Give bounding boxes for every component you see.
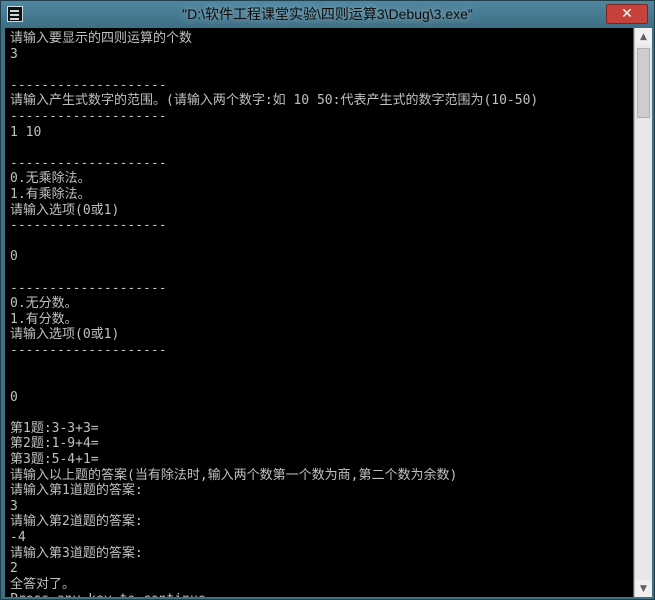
console-line: 请输入产生式数字的范围。(请输入两个数字:如 10 50:代表产生式的数字范围为… [10, 93, 539, 109]
console-line: 请输入要显示的四则运算的个数 [10, 31, 193, 46]
console-text: 请输入要显示的四则运算的个数 3 -------------------- 请输入产… [5, 28, 633, 597]
window-controls: ✕ [606, 4, 648, 24]
console-line: 0 [10, 249, 18, 265]
console-line: -4 [10, 530, 26, 545]
console-line: 1.有分数。 [10, 311, 78, 327]
console-line: 请输入第2道题的答案: [10, 514, 143, 530]
window-title: "D:\软件工程课堂实验\四则运算3\Debug\3.exe" [182, 6, 473, 22]
console-line: -------------------- [10, 77, 167, 93]
console-line: 请输入选项(0或1) [10, 202, 120, 218]
console-line: -------------------- [10, 218, 167, 234]
console-line: 1 10 [10, 124, 42, 140]
console-line: Press any key to continue [10, 592, 633, 597]
close-icon: ✕ [621, 6, 633, 22]
console-line: 请输入第3道题的答案: [10, 545, 143, 561]
scroll-down-arrow-icon[interactable]: ▼ [635, 580, 652, 597]
title-bar[interactable]: "D:\软件工程课堂实验\四则运算3\Debug\3.exe" ✕ [1, 1, 654, 27]
close-button[interactable]: ✕ [606, 4, 648, 24]
scroll-up-arrow-icon[interactable]: ▲ [635, 28, 652, 45]
console-line: 第1题:3-3+3= [10, 420, 99, 436]
console-line: 3 [10, 46, 18, 62]
console-line: -------------------- [10, 155, 167, 171]
console-line: -------------------- [10, 108, 167, 124]
console-line: 第2题:1-9+4= [10, 436, 99, 452]
console-line: 请输入选项(0或1) [10, 327, 120, 343]
console-line: 请输入以上题的答案(当有除法时,输入两个数第一个数为商,第二个数为余数) [10, 467, 458, 483]
vertical-scrollbar[interactable]: ▲ ▼ [634, 28, 652, 597]
console-line: 3 [10, 498, 18, 514]
console-line: 1.有乘除法。 [10, 186, 91, 202]
console-line: 请输入第1道题的答案: [10, 483, 143, 499]
console-line: -------------------- [10, 342, 167, 358]
console-line: 0.无分数。 [10, 296, 78, 312]
console-line: 第3题:5-4+1= [10, 452, 99, 468]
console-line: 0 [10, 389, 18, 405]
console-line: 2 [10, 561, 18, 577]
console-line: 0.无乘除法。 [10, 171, 91, 187]
console-line: -------------------- [10, 280, 167, 296]
console-line: 全答对了。 [10, 576, 76, 592]
console-window: "D:\软件工程课堂实验\四则运算3\Debug\3.exe" ✕ 请输入要显示… [0, 0, 655, 600]
scrollbar-thumb[interactable] [637, 48, 650, 118]
console-output-area[interactable]: 请输入要显示的四则运算的个数 3 -------------------- 请输入产… [5, 28, 633, 597]
